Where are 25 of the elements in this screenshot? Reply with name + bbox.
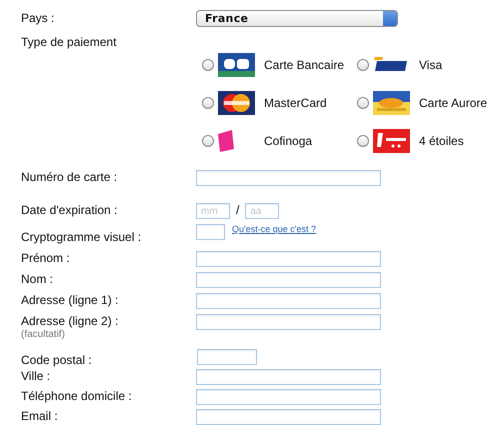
field-label: Téléphone domicile :: [21, 389, 133, 404]
payment-label: Visa: [419, 58, 442, 72]
field-label: Nom :: [21, 272, 54, 287]
country-select[interactable]: France: [196, 10, 398, 27]
field-label: Adresse (ligne 2) :: [21, 314, 120, 329]
field-label: Pays :: [21, 11, 56, 26]
payment-label: 4 étoiles: [419, 134, 464, 148]
payment-label: Carte Aurore: [419, 96, 488, 110]
payment-label: Cofinoga: [264, 134, 312, 148]
field-label: Ville :: [21, 369, 52, 384]
optional-note: (facultatif): [21, 329, 66, 341]
field-label: Prénom :: [21, 251, 71, 266]
input-field[interactable]: mm: [196, 203, 230, 219]
date-separator: /: [236, 203, 240, 218]
field-label: Adresse (ligne 1) :: [21, 293, 120, 308]
payment-label: Carte Bancaire: [264, 58, 344, 72]
field-label: Type de paiement: [21, 35, 118, 50]
help-link[interactable]: Qu'est-ce que c'est ?: [232, 222, 316, 237]
payment-label: MasterCard: [264, 96, 327, 110]
field-label: Numéro de carte :: [21, 170, 118, 185]
field-label: Date d'expiration :: [21, 203, 118, 218]
field-label: Code postal :: [21, 353, 93, 368]
input-field[interactable]: aa: [245, 203, 280, 219]
field-label: Email :: [21, 409, 59, 424]
field-label: Cryptogramme visuel :: [21, 230, 142, 245]
